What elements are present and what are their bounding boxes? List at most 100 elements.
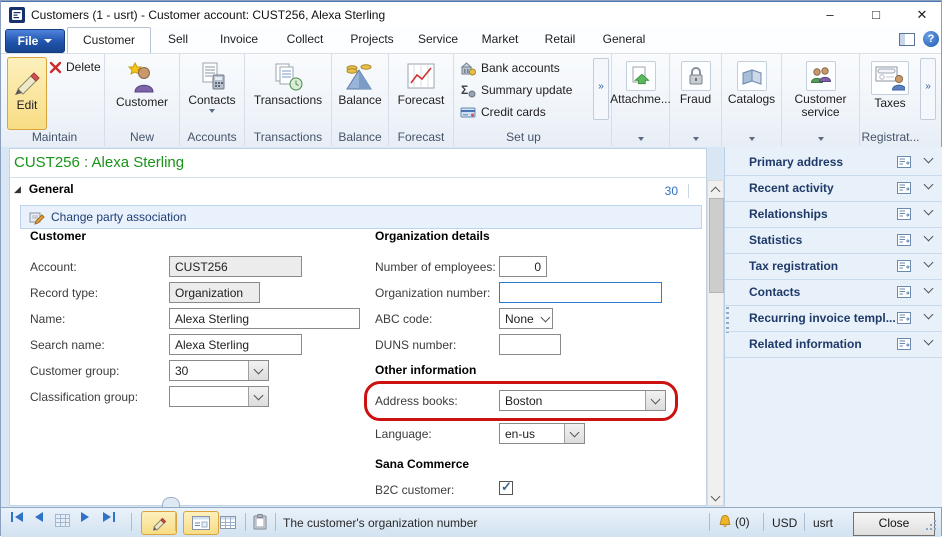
minimize-button[interactable]: – (813, 4, 847, 26)
open-factbox-icon[interactable] (897, 234, 911, 246)
name-field[interactable]: Alexa Sterling (169, 308, 360, 329)
tab-customer[interactable]: Customer (67, 27, 151, 53)
customer-group-combo[interactable]: 30 (169, 360, 269, 381)
fraud-dropdown[interactable] (670, 130, 721, 144)
vertical-scrollbar[interactable] (707, 180, 724, 506)
chevron-down-icon[interactable] (924, 154, 934, 164)
change-party-association-button[interactable]: Change party association (20, 205, 702, 229)
help-icon[interactable]: ? (923, 31, 939, 47)
combo-dropdown-button[interactable] (564, 424, 584, 443)
fraud-button[interactable]: Fraud (672, 56, 719, 131)
duns-number-field[interactable] (499, 334, 561, 355)
open-factbox-icon[interactable] (897, 338, 911, 350)
customer-service-button[interactable]: Customer service (786, 56, 855, 131)
resize-grip[interactable] (934, 528, 936, 530)
tab-sell[interactable]: Sell (151, 27, 205, 52)
scroll-down-button[interactable] (708, 489, 723, 505)
setup-overflow-button[interactable]: » (593, 58, 609, 120)
registration-overflow-button[interactable]: » (920, 58, 936, 120)
factbox-statistics[interactable]: Statistics (725, 227, 942, 254)
window-title: Customers (1 - usrt) - Customer account:… (31, 8, 385, 22)
tab-collect[interactable]: Collect (273, 27, 337, 52)
summary-update-label: Summary update (481, 83, 572, 97)
tab-retail[interactable]: Retail (531, 27, 589, 52)
fasttab-general[interactable]: ◢ General (14, 182, 74, 196)
chevron-down-icon[interactable] (924, 336, 934, 346)
divider (175, 513, 176, 531)
open-factbox-icon[interactable] (897, 260, 911, 272)
grid-view-button[interactable] (211, 511, 245, 533)
factbox-recurring-invoice-template[interactable]: Recurring invoice templ... (725, 305, 942, 332)
customer-button[interactable]: Customer (109, 57, 175, 130)
open-factbox-icon[interactable] (897, 208, 911, 220)
chevron-down-icon[interactable] (924, 232, 934, 242)
contacts-button[interactable]: Contacts (182, 57, 242, 130)
bank-accounts-button[interactable]: Bank accounts (460, 60, 560, 76)
customer-service-button-label: Customer service (786, 93, 855, 119)
tab-invoice[interactable]: Invoice (205, 27, 273, 52)
close-window-button[interactable]: ✕ (905, 4, 939, 26)
forecast-button[interactable]: Forecast (391, 57, 451, 130)
edit-mode-toggle[interactable] (141, 511, 177, 535)
employees-field[interactable]: 0 (499, 256, 547, 277)
account-field[interactable]: CUST256 (169, 256, 302, 277)
edit-button[interactable]: Edit (7, 57, 47, 130)
combo-dropdown-button[interactable] (645, 391, 665, 410)
catalogs-dropdown[interactable] (722, 130, 781, 144)
attachments-dropdown[interactable] (612, 130, 669, 144)
factbox-related-information[interactable]: Related information (725, 331, 942, 358)
combo-dropdown-button[interactable] (248, 361, 268, 380)
factbox-primary-address[interactable]: Primary address (725, 149, 942, 176)
factbox-relationships[interactable]: Relationships (725, 201, 942, 228)
layout-icon[interactable] (899, 33, 915, 46)
open-factbox-icon[interactable] (897, 182, 911, 194)
transactions-button[interactable]: Transactions (248, 57, 328, 130)
factbox-tax-registration[interactable]: Tax registration (725, 253, 942, 280)
credit-cards-button[interactable]: Credit cards (460, 104, 546, 120)
grid-view-records-icon[interactable] (55, 514, 70, 527)
address-books-combo[interactable]: Boston (499, 390, 666, 411)
maximize-button[interactable]: □ (859, 4, 893, 26)
chevron-down-icon[interactable] (924, 258, 934, 268)
notifications-indicator[interactable]: (0) (717, 514, 750, 530)
last-record-button[interactable] (103, 512, 115, 522)
open-factbox-icon[interactable] (897, 312, 911, 324)
tab-service[interactable]: Service (407, 27, 469, 52)
combo-dropdown-button[interactable] (539, 309, 552, 328)
catalogs-button[interactable]: Catalogs (724, 56, 779, 131)
chevron-down-icon[interactable] (924, 180, 934, 190)
customer-service-dropdown[interactable] (782, 130, 859, 144)
taxes-button[interactable]: Taxes (862, 56, 918, 131)
organization-number-field[interactable] (499, 282, 662, 303)
open-factbox-icon[interactable] (897, 156, 911, 168)
b2c-checkbox[interactable] (499, 481, 513, 495)
chevron-down-icon[interactable] (924, 310, 934, 320)
record-type-field[interactable]: Organization (169, 282, 260, 303)
chevron-down-icon[interactable] (924, 206, 934, 216)
tab-projects[interactable]: Projects (337, 27, 407, 52)
attachments-button[interactable]: Attachme... (614, 56, 667, 131)
delete-button[interactable]: Delete (49, 60, 101, 74)
balance-button[interactable]: Balance (333, 57, 387, 130)
chevron-down-icon[interactable] (924, 284, 934, 294)
tab-market[interactable]: Market (469, 27, 531, 52)
open-factbox-icon[interactable] (897, 286, 911, 298)
combo-dropdown-button[interactable] (248, 387, 268, 406)
abc-code-combo[interactable]: None (499, 308, 553, 329)
factbox-recent-activity[interactable]: Recent activity (725, 175, 942, 202)
scrollbar-thumb[interactable] (709, 198, 724, 293)
first-record-button[interactable] (11, 512, 23, 522)
close-form-button[interactable]: Close (853, 512, 935, 536)
scroll-up-button[interactable] (708, 181, 723, 197)
previous-record-button[interactable] (35, 512, 43, 522)
clipboard-icon[interactable] (253, 514, 267, 530)
language-value: en-us (500, 424, 564, 443)
tab-general[interactable]: General (589, 27, 659, 52)
summary-update-button[interactable]: Σ Summary update (460, 82, 572, 98)
file-menu-button[interactable]: File (5, 29, 65, 53)
next-record-button[interactable] (81, 512, 89, 522)
factbox-contacts[interactable]: Contacts (725, 279, 942, 306)
search-name-field[interactable]: Alexa Sterling (169, 334, 302, 355)
language-combo[interactable]: en-us (499, 423, 585, 444)
classification-group-combo[interactable] (169, 386, 269, 407)
